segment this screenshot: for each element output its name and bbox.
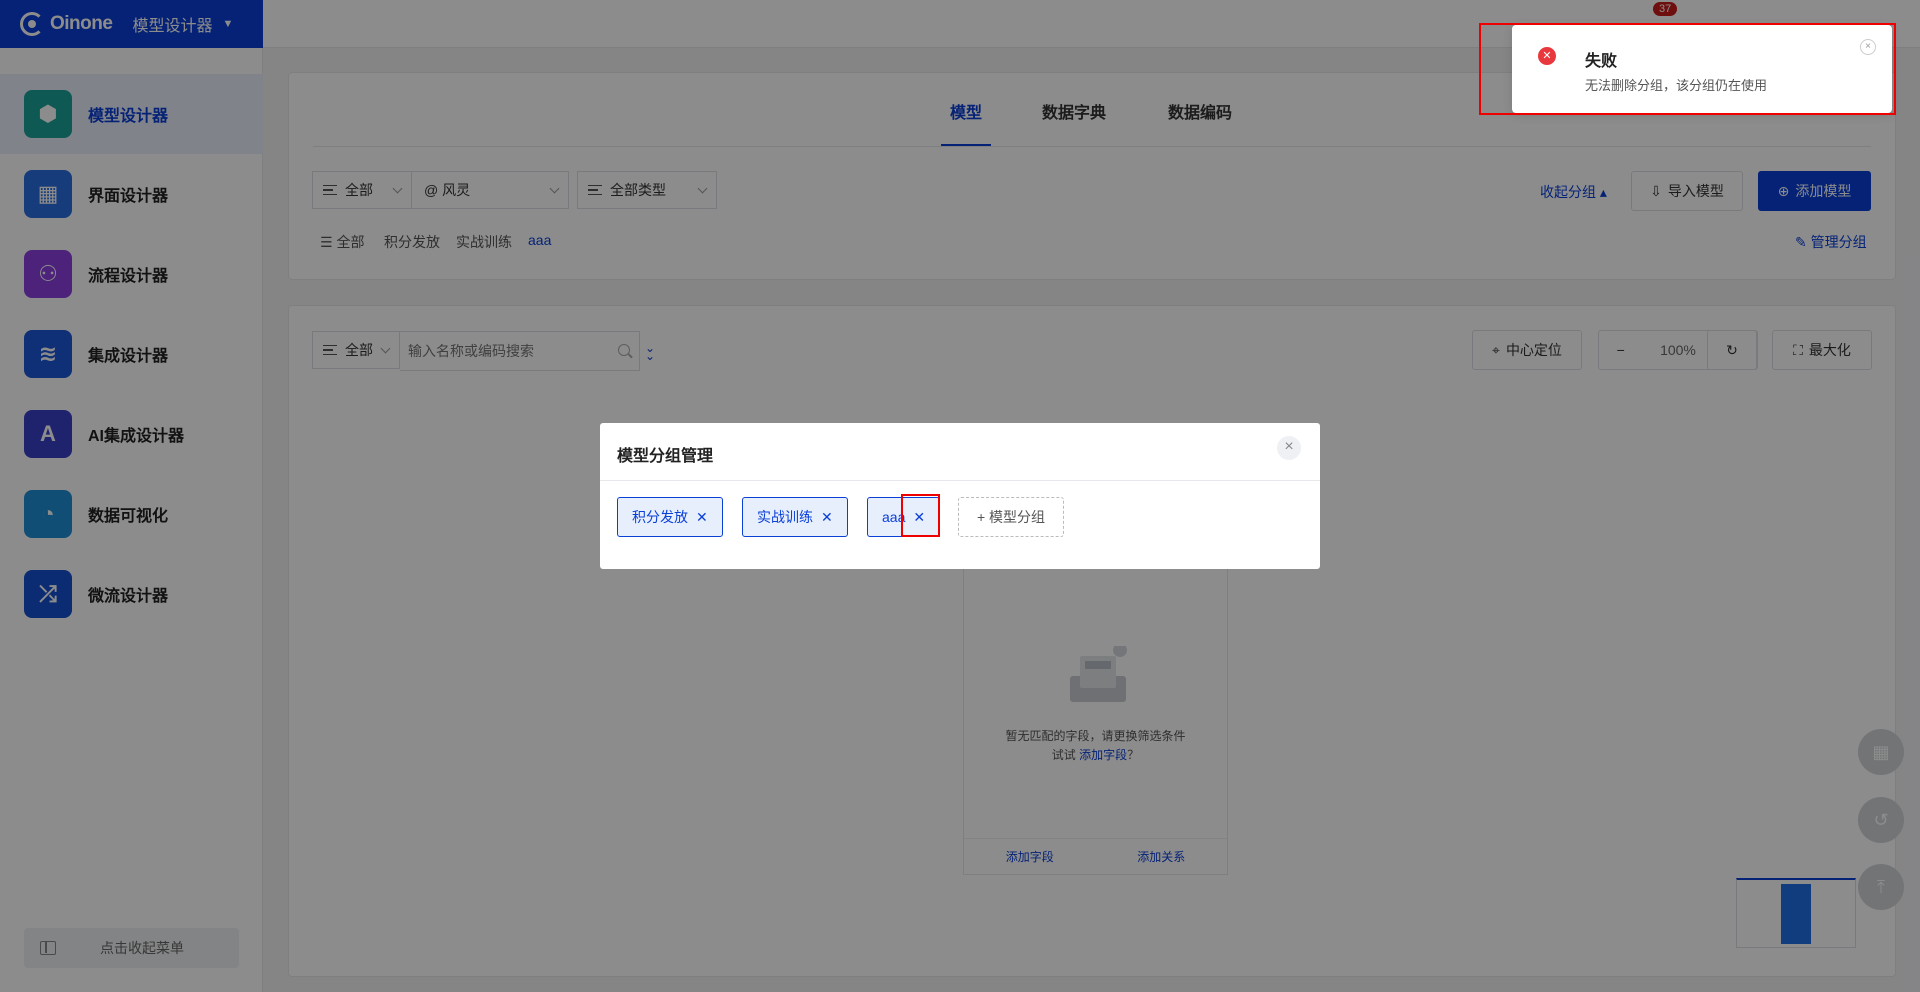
group-tag[interactable]: 积分发放 ✕ [617,497,723,537]
close-icon[interactable]: × [1277,436,1301,460]
close-icon[interactable]: ✕ [821,509,833,526]
group-manage-modal: 模型分组管理 × 积分发放 ✕ 实战训练 ✕ aaa ✕ + 模型分组 [600,423,1320,569]
highlight-box [901,494,940,537]
modal-title: 模型分组管理 [617,448,714,465]
close-icon[interactable]: ✕ [696,509,708,526]
divider [600,480,1320,481]
highlight-box [1479,23,1896,115]
add-group-button[interactable]: + 模型分组 [958,497,1064,537]
group-tag[interactable]: 实战训练 ✕ [742,497,848,537]
